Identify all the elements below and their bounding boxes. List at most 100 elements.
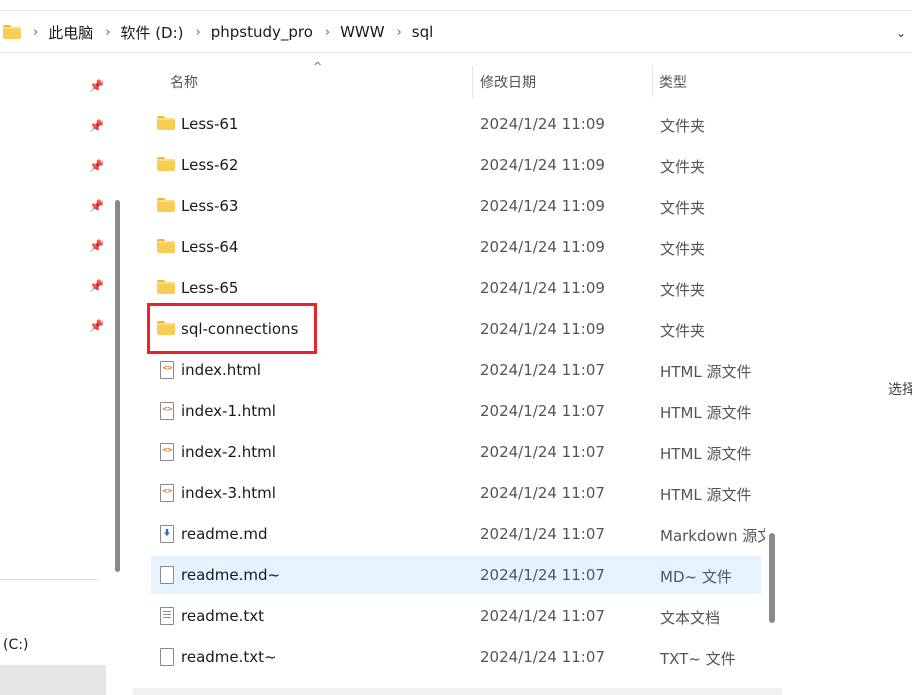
breadcrumb-item-sql[interactable]: sql xyxy=(412,23,434,41)
breadcrumb: › 此电脑 › 软件 (D:) › phpstudy_pro › WWW › s… xyxy=(0,20,433,44)
file-row[interactable]: Less-61 2024/1/24 11:09 文件夹 xyxy=(151,105,761,143)
nav-divider xyxy=(0,579,98,580)
navigation-pane: 📌 📌 📌 📌 📌 📌 📌 xyxy=(0,54,130,695)
annotation-highlight-box xyxy=(147,303,317,354)
file-date: 2024/1/24 11:07 xyxy=(480,607,605,625)
file-date: 2024/1/24 11:09 xyxy=(480,197,605,215)
chevron-right-icon: › xyxy=(33,24,39,40)
column-name[interactable]: 名称 xyxy=(170,72,198,92)
folder-icon xyxy=(157,280,175,294)
file-date: 2024/1/24 11:07 xyxy=(480,361,605,379)
folder-icon xyxy=(157,198,175,212)
file-type: 文件夹 xyxy=(660,322,706,340)
file-row[interactable]: index.html 2024/1/24 11:07 HTML 源文件 xyxy=(151,351,761,389)
file-row[interactable]: index-1.html 2024/1/24 11:07 HTML 源文件 xyxy=(151,392,761,430)
file-date: 2024/1/24 11:09 xyxy=(480,320,605,338)
file-date: 2024/1/24 11:07 xyxy=(480,402,605,420)
chevron-right-icon[interactable]: › xyxy=(325,25,330,40)
file-date: 2024/1/24 11:09 xyxy=(480,238,605,256)
file-row[interactable]: readme.md~ 2024/1/24 11:07 MD~ 文件 xyxy=(151,556,761,594)
file-row[interactable]: readme.md 2024/1/24 11:07 Markdown 源文件 xyxy=(151,515,765,553)
file-type: MD~ 文件 xyxy=(660,568,732,586)
file-date: 2024/1/24 11:07 xyxy=(480,484,605,502)
column-divider[interactable] xyxy=(652,66,653,98)
breadcrumb-item-www[interactable]: WWW xyxy=(340,23,385,41)
file-name: Less-64 xyxy=(181,238,239,256)
file-type: TXT~ 文件 xyxy=(660,650,736,668)
file-type: HTML 源文件 xyxy=(660,445,752,463)
breadcrumb-item-phpstudy[interactable]: phpstudy_pro xyxy=(211,23,313,41)
file-row[interactable]: Less-64 2024/1/24 11:09 文件夹 xyxy=(151,228,761,266)
file-date: 2024/1/24 11:09 xyxy=(480,115,605,133)
pin-icon[interactable]: 📌 xyxy=(89,199,104,213)
text-file-icon xyxy=(160,607,174,625)
file-type: 文件夹 xyxy=(660,158,706,176)
chevron-right-icon[interactable]: › xyxy=(105,25,110,40)
file-type: HTML 源文件 xyxy=(660,363,752,381)
nav-scrollbar[interactable] xyxy=(115,200,120,572)
details-pane-text: 选择 xyxy=(888,382,912,398)
horizontal-scrollbar-track[interactable] xyxy=(133,688,782,695)
folder-icon xyxy=(3,25,21,39)
html-file-icon xyxy=(160,361,174,379)
file-row[interactable]: index-2.html 2024/1/24 11:07 HTML 源文件 xyxy=(151,433,761,471)
folder-icon xyxy=(157,239,175,253)
file-type: 文件夹 xyxy=(660,199,706,217)
file-name: index.html xyxy=(181,361,261,379)
file-name: readme.txt~ xyxy=(181,648,277,666)
pin-icon[interactable]: 📌 xyxy=(89,79,104,93)
file-type: 文本文档 xyxy=(660,609,721,627)
chevron-right-icon[interactable]: › xyxy=(196,25,201,40)
file-type: HTML 源文件 xyxy=(660,404,752,422)
breadcrumb-item-drive-d[interactable]: 软件 (D:) xyxy=(120,22,183,43)
file-row[interactable]: readme.txt~ 2024/1/24 11:07 TXT~ 文件 xyxy=(151,638,761,676)
file-name: Less-62 xyxy=(181,156,239,174)
sort-up-icon: ^ xyxy=(313,60,323,73)
file-type: 文件夹 xyxy=(660,117,706,135)
file-row[interactable]: readme.txt 2024/1/24 11:07 文本文档 xyxy=(151,597,761,635)
column-type[interactable]: 类型 xyxy=(659,72,687,92)
file-name: readme.txt xyxy=(181,607,265,625)
pin-icon[interactable]: 📌 xyxy=(89,279,104,293)
chevron-down-icon[interactable]: ⌄ xyxy=(896,26,906,40)
file-list-scrollbar[interactable] xyxy=(769,533,775,623)
file-name: index-2.html xyxy=(181,443,276,461)
nav-item-drive-c[interactable]: (C:) xyxy=(3,637,28,653)
folder-icon xyxy=(157,116,175,130)
file-type: 文件夹 xyxy=(660,240,706,258)
file-date: 2024/1/24 11:09 xyxy=(480,156,605,174)
file-name: index-3.html xyxy=(181,484,276,502)
file-type: 文件夹 xyxy=(660,281,706,299)
file-name: Less-65 xyxy=(181,279,239,297)
pin-icon[interactable]: 📌 xyxy=(89,159,104,173)
file-row[interactable]: index-3.html 2024/1/24 11:07 HTML 源文件 xyxy=(151,474,761,512)
nav-item-selected[interactable] xyxy=(0,665,106,695)
html-file-icon xyxy=(160,484,174,502)
file-row[interactable]: Less-62 2024/1/24 11:09 文件夹 xyxy=(151,146,761,184)
blank-file-icon xyxy=(160,648,174,666)
pin-icon[interactable]: 📌 xyxy=(89,319,104,333)
file-type: Markdown 源文件 xyxy=(660,527,765,545)
file-row[interactable]: Less-65 2024/1/24 11:09 文件夹 xyxy=(151,269,761,307)
file-row[interactable]: Less-63 2024/1/24 11:09 文件夹 xyxy=(151,187,761,225)
file-name: index-1.html xyxy=(181,402,276,420)
file-date: 2024/1/24 11:07 xyxy=(480,525,605,543)
address-bar: › 此电脑 › 软件 (D:) › phpstudy_pro › WWW › s… xyxy=(0,0,912,54)
breadcrumb-item-this-pc[interactable]: 此电脑 xyxy=(48,22,93,43)
column-header: ^ 名称 修改日期 类型 xyxy=(133,54,782,100)
pin-icon[interactable]: 📌 xyxy=(89,119,104,133)
folder-icon xyxy=(157,157,175,171)
file-name: readme.md~ xyxy=(181,566,281,584)
column-date[interactable]: 修改日期 xyxy=(480,72,536,92)
column-divider[interactable] xyxy=(472,66,473,98)
chevron-right-icon[interactable]: › xyxy=(397,25,402,40)
file-type: HTML 源文件 xyxy=(660,486,752,504)
file-list: ^ 名称 修改日期 类型 Less-61 2024/1/24 11:09 文件夹 Le… xyxy=(133,54,782,695)
file-date: 2024/1/24 11:07 xyxy=(480,443,605,461)
file-date: 2024/1/24 11:07 xyxy=(480,648,605,666)
html-file-icon xyxy=(160,443,174,461)
file-date: 2024/1/24 11:07 xyxy=(480,566,605,584)
pin-icon[interactable]: 📌 xyxy=(89,239,104,253)
file-date: 2024/1/24 11:09 xyxy=(480,279,605,297)
markdown-file-icon xyxy=(160,525,174,543)
